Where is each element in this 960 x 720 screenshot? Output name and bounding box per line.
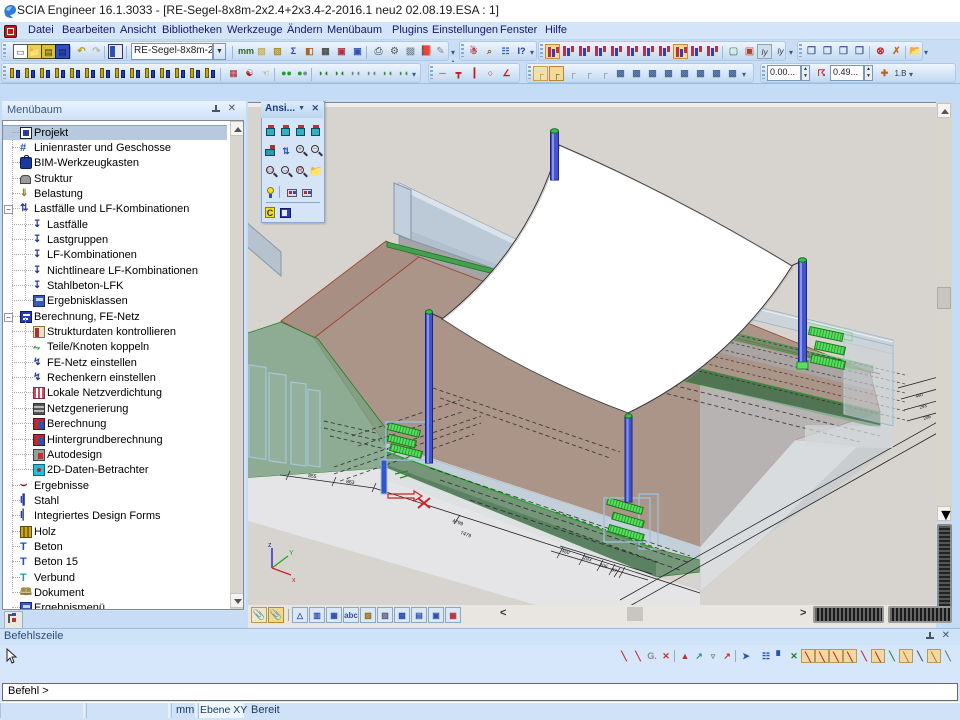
svg-text:z: z (268, 542, 272, 549)
svg-text:x: x (292, 577, 296, 584)
svg-text:863: 863 (346, 479, 355, 486)
svg-text:Y: Y (289, 550, 294, 557)
svg-text:855: 855 (308, 473, 317, 480)
